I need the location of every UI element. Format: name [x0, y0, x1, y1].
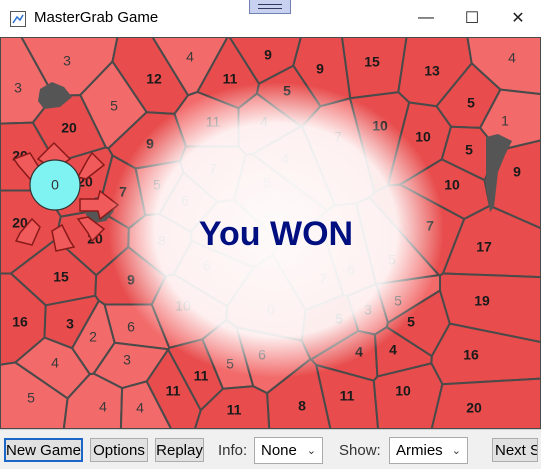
region-cell[interactable] [430, 377, 541, 429]
region-army-label: 9 [264, 47, 272, 63]
region-army-label: 17 [476, 239, 492, 255]
app-icon [10, 11, 26, 27]
options-button[interactable]: Options [90, 438, 148, 462]
player-army-label: 0 [51, 177, 59, 193]
region-army-label: 15 [53, 269, 69, 285]
region-army-label: 3 [66, 316, 74, 332]
region-army-label: 5 [467, 95, 475, 111]
region-army-label: 6 [127, 319, 135, 335]
region-army-label: 9 [316, 61, 324, 77]
region-army-label: 10 [444, 177, 460, 193]
info-select[interactable]: None ⌄ [254, 437, 323, 464]
region-army-label: 5 [110, 98, 118, 114]
region-army-label: 20 [61, 120, 77, 136]
map-canvas[interactable]: 3491191513431255201147105120910520757410… [0, 37, 541, 429]
region-army-label: 2 [89, 329, 97, 345]
next-step-button[interactable]: Next S [492, 438, 538, 462]
region-army-label: 4 [99, 399, 107, 415]
window-title: MasterGrab Game [34, 9, 159, 26]
region-army-label: 8 [298, 398, 306, 414]
replay-button[interactable]: Replay [155, 438, 204, 462]
close-button[interactable]: ✕ [495, 0, 541, 36]
info-select-value: None [261, 442, 297, 459]
region-army-label: 16 [463, 347, 479, 363]
region-army-label: 20 [466, 400, 482, 416]
region-army-label: 5 [465, 142, 473, 158]
region-army-label: 16 [12, 314, 28, 330]
show-select-value: Armies [396, 442, 443, 459]
region-army-label: 19 [474, 293, 490, 309]
show-label: Show: [339, 442, 381, 459]
minimize-icon: — [418, 9, 434, 26]
game-window: MasterGrab Game — ☐ ✕ 349119151343125520… [0, 0, 541, 469]
region-army-label: 11 [340, 388, 355, 404]
region-army-label: 3 [14, 80, 22, 96]
game-board[interactable]: 3491191513431255201147105120910520757410… [0, 37, 541, 429]
maximize-icon: ☐ [464, 10, 480, 27]
region-army-label: 1 [501, 113, 509, 129]
region-army-label: 9 [513, 164, 521, 180]
region-army-label: 4 [508, 50, 516, 66]
bottom-toolbar: New Game Options Replay Info: None ⌄ Sho… [0, 429, 541, 469]
close-icon: ✕ [511, 10, 525, 27]
new-game-button[interactable]: New Game [4, 438, 83, 462]
region-army-label: 11 [194, 368, 209, 384]
region-army-label: 4 [51, 355, 59, 371]
region-army-label: 5 [27, 390, 35, 406]
region-army-label: 11 [166, 383, 181, 399]
maximize-button[interactable]: ☐ [449, 0, 495, 36]
drag-grip-icon[interactable] [249, 0, 291, 14]
region-army-label: 4 [186, 49, 194, 65]
region-army-label: 3 [123, 352, 131, 368]
result-banner: You WON [199, 215, 353, 253]
chevron-down-icon: ⌄ [306, 445, 316, 457]
region-army-label: 10 [395, 383, 411, 399]
region-army-label: 15 [364, 54, 380, 70]
region-army-label: 11 [227, 402, 242, 418]
minimize-button[interactable]: — [403, 0, 449, 36]
region-army-label: 11 [223, 71, 238, 87]
region-army-label: 4 [136, 400, 144, 416]
title-bar: MasterGrab Game — ☐ ✕ [0, 0, 541, 38]
info-label: Info: [218, 442, 248, 459]
region-army-label: 10 [415, 129, 431, 145]
region-army-label: 13 [424, 63, 440, 79]
region-army-label: 12 [146, 71, 162, 87]
region-army-label: 4 [389, 342, 397, 358]
region-army-label: 3 [63, 53, 71, 69]
show-select[interactable]: Armies ⌄ [389, 437, 468, 464]
chevron-down-icon: ⌄ [451, 445, 461, 457]
